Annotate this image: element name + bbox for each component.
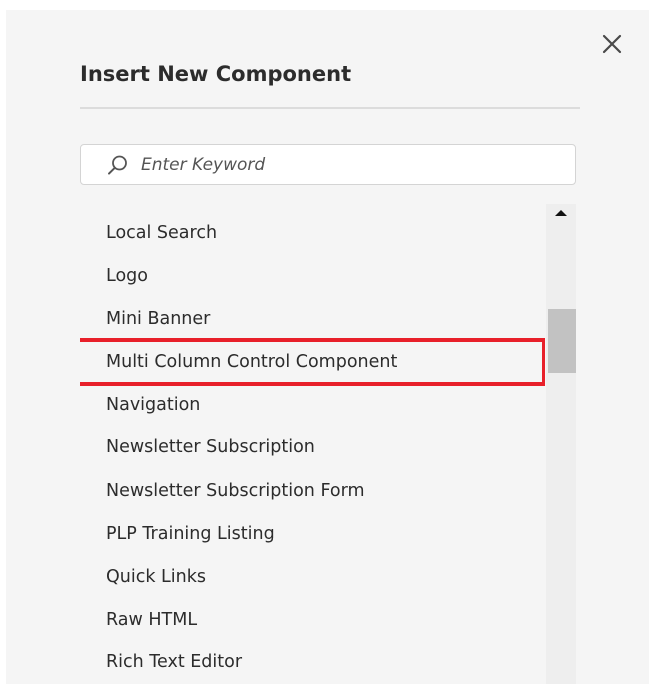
component-item-quick-links[interactable]: Quick Links	[80, 560, 545, 594]
component-item-multi-column-control[interactable]: Multi Column Control Component	[80, 338, 545, 386]
component-item-newsletter-subscription[interactable]: Newsletter Subscription	[80, 430, 545, 464]
search-icon	[108, 155, 127, 175]
component-item-rich-text-editor[interactable]: Rich Text Editor	[80, 645, 545, 679]
list-scrollbar[interactable]	[546, 204, 576, 684]
component-list: Local Search Logo Mini Banner Multi Colu…	[80, 210, 545, 684]
search-box[interactable]	[80, 144, 576, 185]
dialog-title: Insert New Component	[80, 62, 352, 86]
search-input[interactable]	[141, 151, 561, 179]
title-divider	[80, 107, 580, 109]
close-icon	[602, 34, 622, 54]
component-item-plp-training-listing[interactable]: PLP Training Listing	[80, 517, 545, 551]
scrollbar-thumb[interactable]	[548, 309, 576, 373]
component-item-local-search[interactable]: Local Search	[80, 216, 545, 250]
component-item-navigation[interactable]: Navigation	[80, 388, 545, 422]
insert-component-dialog: Insert New Component Local Search Logo M…	[6, 10, 649, 684]
component-item-newsletter-subscription-form[interactable]: Newsletter Subscription Form	[80, 474, 545, 508]
close-button[interactable]	[598, 26, 630, 58]
component-item-mini-banner[interactable]: Mini Banner	[80, 302, 545, 336]
scroll-up-arrow-icon[interactable]	[554, 208, 568, 218]
component-item-raw-html[interactable]: Raw HTML	[80, 603, 545, 637]
component-item-logo[interactable]: Logo	[80, 259, 545, 293]
